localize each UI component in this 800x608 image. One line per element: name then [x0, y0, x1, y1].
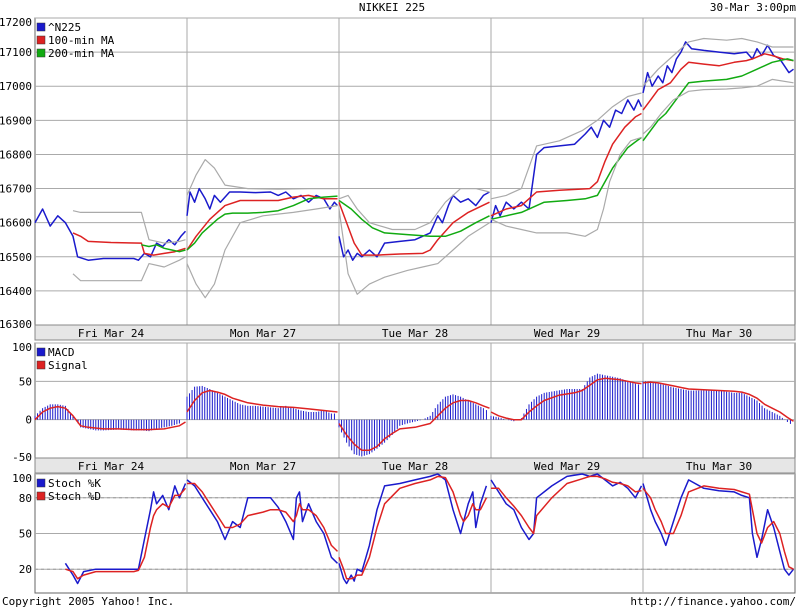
day-label-thu-mar-30: Thu Mar 30 — [686, 327, 752, 340]
day-label-tue-mar-28: Tue Mar 28 — [382, 327, 448, 340]
y-tick-label: 80 — [19, 492, 32, 505]
copyright-text: Copyright 2005 Yahoo! Inc. — [2, 595, 174, 608]
legend-label-macd: MACD — [48, 346, 75, 359]
y-tick-label: -50 — [12, 451, 32, 464]
legend-label-signal: Signal — [48, 359, 88, 372]
legend-swatch — [36, 478, 46, 488]
y-tick-label: 17000 — [0, 80, 32, 93]
day-label-mon-mar-27: Mon Mar 27 — [230, 327, 296, 340]
legend-swatch — [36, 35, 46, 45]
y-tick-label: 16900 — [0, 114, 32, 127]
y-tick-label: 17200 — [0, 16, 32, 29]
y-tick-label: 16700 — [0, 183, 32, 196]
day-label-strip-bottom: Fri Mar 24 Mon Mar 27 Tue Mar 28 Wed Mar 29… — [34, 457, 796, 474]
day-label-mon-mar-27: Mon Mar 27 — [230, 460, 296, 473]
legend-label-100-min-ma: 100-min MA — [48, 34, 115, 47]
y-tick-label: 100 — [12, 472, 32, 485]
y-tick-label: 50 — [19, 528, 32, 541]
y-tick-label: 0 — [25, 414, 32, 427]
legend-swatch — [36, 22, 46, 32]
legend-swatch — [36, 48, 46, 58]
y-tick-label: 17100 — [0, 46, 32, 59]
legend-label-stoch-k: Stoch %K — [48, 477, 101, 490]
y-tick-label: 16500 — [0, 251, 32, 264]
y-tick-label: 16300 — [0, 318, 32, 331]
source-link[interactable]: http://finance.yahoo.com/ — [630, 595, 796, 608]
y-tick-label: 16400 — [0, 285, 32, 298]
chart-title: NIKKEI 225 — [359, 1, 425, 14]
legend-swatch — [36, 347, 46, 357]
y-tick-label: 100 — [12, 341, 32, 354]
legend-swatch — [36, 360, 46, 370]
y-tick-label: 50 — [19, 375, 32, 388]
day-label-wed-mar-29: Wed Mar 29 — [534, 460, 600, 473]
day-label-thu-mar-30: Thu Mar 30 — [686, 460, 752, 473]
day-label-fri-mar-24: Fri Mar 24 — [78, 327, 145, 340]
stochastic-panel: 20 50 80 100 Stoch %KStoch %D — [12, 472, 796, 594]
day-label-strip-top: Fri Mar 24 Mon Mar 27 Tue Mar 28 Wed Mar 29… — [34, 324, 796, 341]
day-label-fri-mar-24: Fri Mar 24 — [78, 460, 145, 473]
timestamp: 30-Mar 3:00pm — [710, 1, 796, 14]
macd-panel: -50 0 50 100 MACDSignal — [12, 341, 796, 464]
legend-label-200-min-ma: 200-min MA — [48, 47, 115, 60]
plot-area — [34, 17, 796, 326]
legend-label-n225: ^N225 — [48, 21, 81, 34]
nikkei-chart: NIKKEI 225 30-Mar 3:00pm 16300 16400 16500… — [0, 0, 800, 608]
y-tick-label: 16600 — [0, 217, 32, 230]
day-label-tue-mar-28: Tue Mar 28 — [382, 460, 448, 473]
y-tick-label: 20 — [19, 563, 32, 576]
price-panel: 16300 16400 16500 16600 16700 16800 16900 17000… — [0, 16, 796, 331]
legend-swatch — [36, 491, 46, 501]
y-tick-label: 16800 — [0, 148, 32, 161]
legend-label-stoch-d: Stoch %D — [48, 490, 101, 503]
day-label-wed-mar-29: Wed Mar 29 — [534, 327, 600, 340]
